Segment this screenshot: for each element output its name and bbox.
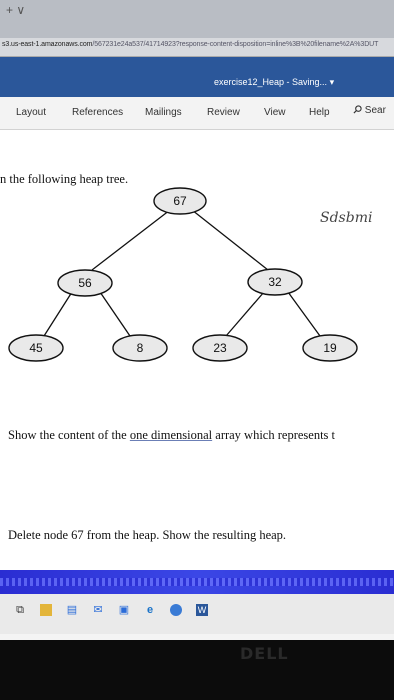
task-view-icon[interactable]: ⧉ (14, 604, 26, 616)
screen: + ∨ s3.us-east-1.amazonaws.com/567231e24… (0, 0, 394, 640)
document-title[interactable]: exercise12_Heap - Saving... ▾ (214, 77, 334, 88)
url-path: /567231e24a537/41714923?response-content… (92, 41, 379, 48)
edge-56-8 (99, 291, 131, 337)
status-strip (0, 570, 394, 594)
tab-view[interactable]: View (264, 107, 286, 118)
tree-node-56: 56 (57, 269, 113, 297)
address-bar[interactable]: s3.us-east-1.amazonaws.com/567231e24a537… (0, 38, 394, 57)
file-explorer-icon[interactable] (40, 604, 52, 616)
monitor-bezel: DELL (0, 640, 394, 700)
tree-node-45: 45 (8, 334, 64, 362)
monitor-brand-logo: DELL (240, 644, 289, 663)
document-page: n the following heap tree. Sdsbmi 67 56 (0, 130, 394, 570)
tab-references[interactable]: References (72, 107, 123, 118)
heap-tree: 67 56 32 45 8 23 19 (8, 187, 358, 362)
search-label: Sear (364, 105, 386, 116)
question-array-underlined: one dimensional (129, 428, 213, 442)
node-label-67: 67 (173, 194, 187, 208)
node-label-23: 23 (213, 341, 227, 355)
tree-node-19: 19 (302, 334, 358, 362)
node-label-32: 32 (268, 275, 282, 289)
tab-mailings[interactable]: Mailings (145, 107, 182, 118)
chrome-icon[interactable] (170, 604, 182, 616)
tree-node-67: 67 (153, 187, 207, 215)
edge-67-56 (91, 209, 171, 271)
tree-node-32: 32 (247, 268, 303, 296)
url-text: s3.us-east-1.amazonaws.com/567231e24a537… (2, 41, 378, 48)
new-tab-button[interactable]: + ∨ (6, 3, 25, 17)
tab-layout[interactable]: Layout (16, 107, 46, 118)
node-label-45: 45 (29, 341, 43, 355)
question-array-end: array which represents t (212, 428, 336, 442)
tree-node-8: 8 (112, 334, 168, 362)
question-array: Show the content of the one dimensional … (8, 428, 335, 443)
search-icon (353, 105, 362, 114)
search-box[interactable]: Sear (353, 105, 386, 116)
url-host: s3.us-east-1.amazonaws.com (2, 41, 93, 48)
tab-help[interactable]: Help (309, 107, 330, 118)
edge-icon[interactable]: e (144, 604, 156, 616)
node-label-56: 56 (78, 276, 92, 290)
edge-32-19 (287, 291, 321, 337)
edge-67-32 (191, 209, 269, 271)
question-delete: Delete node 67 from the heap. Show the r… (8, 528, 287, 542)
browser-tab-strip: + ∨ (0, 0, 394, 38)
mail-icon[interactable]: ✉ (92, 604, 104, 616)
ribbon-tabs: Layout References Mailings Review View H… (0, 97, 394, 130)
tree-node-23: 23 (192, 334, 248, 362)
edge-56-45 (43, 291, 73, 337)
word-icon[interactable]: W (196, 604, 208, 616)
edge-32-23 (225, 291, 265, 337)
store-icon[interactable]: ▤ (66, 604, 78, 616)
node-label-19: 19 (323, 341, 337, 355)
windows-taskbar: ⧉ ▤ ✉ ▣ e W (0, 594, 394, 634)
word-title-bar: exercise12_Heap - Saving... ▾ (0, 57, 394, 97)
tab-review[interactable]: Review (207, 107, 240, 118)
node-label-8: 8 (137, 341, 144, 355)
photos-icon[interactable]: ▣ (118, 604, 130, 616)
question-array-start: Show the content of the (8, 428, 130, 442)
